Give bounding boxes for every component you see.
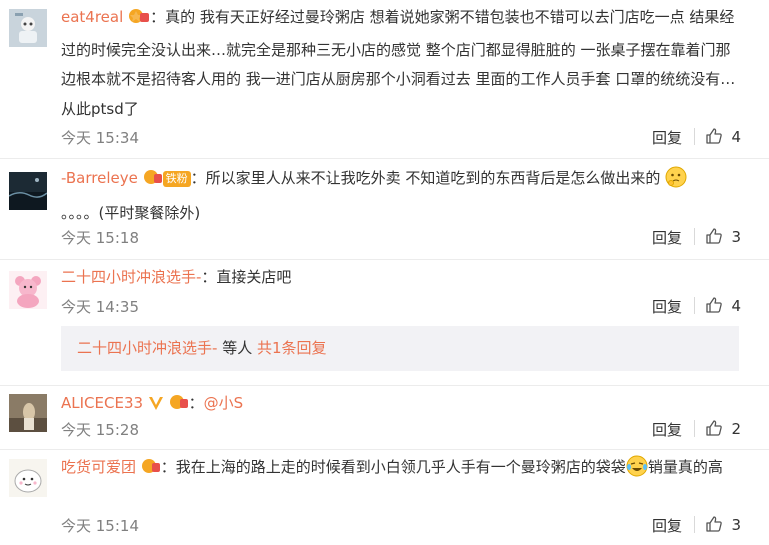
divider (694, 228, 695, 245)
username[interactable]: eat4real (61, 8, 123, 26)
vip-badge-icon (143, 167, 163, 197)
like-count: 2 (731, 420, 741, 438)
comment-text: -Barreleye 铁粉 ：所以家里人从来不让我吃外卖 不知道吃到的东西背后是怎… (61, 164, 741, 228)
like-count: 3 (731, 228, 741, 246)
vip-badge-icon (169, 392, 189, 422)
divider (694, 420, 695, 437)
thumbs-up-icon (706, 297, 723, 313)
comment-content-tail: 销量真的高 (647, 458, 723, 476)
comment-time: 今天 15:34 (61, 129, 139, 147)
avatar[interactable] (9, 9, 47, 47)
divider (694, 516, 695, 533)
verified-v-icon (148, 392, 164, 422)
vip-badge-icon (141, 456, 161, 486)
comment-text: eat4real ：真的 我有天正好经过曼玲粥店 想着说她家粥不错包装也不错可以… (61, 3, 741, 124)
laughing-tears-emoji-icon (626, 455, 648, 488)
comment-item: 二十四小时冲浪选手-：直接关店吧 今天 14:35 回复 4 二十四小时冲浪选手… (0, 260, 769, 386)
like-button[interactable]: 3 (705, 227, 741, 246)
comment-text: 吃货可爱团 ：我在上海的路上走的时候看到小白领几乎人手有一个曼玲粥店的袋袋 销量真… (61, 453, 741, 488)
divider (694, 128, 695, 145)
comment-item: ALICECE33 ：@小S 今天 15:28 回复 2 (0, 386, 769, 450)
comment-text: 二十四小时冲浪选手-：直接关店吧 (61, 263, 741, 293)
comment-content: ：所以家里人从来不让我吃外卖 不知道吃到的东西背后是怎么做出来的 (190, 169, 661, 187)
like-button[interactable]: 3 (705, 515, 741, 534)
like-count: 4 (731, 297, 741, 315)
comment-text: ALICECE33 ：@小S (61, 389, 243, 422)
like-button[interactable]: 4 (705, 127, 741, 146)
thumbs-up-icon (706, 228, 723, 244)
comment-content: ：直接关店吧 (201, 268, 292, 286)
avatar[interactable] (9, 459, 47, 497)
comment-content: ：真的 我有天正好经过曼玲粥店 想着说她家粥不错包装也不错可以去门店吃一点 结果… (61, 8, 736, 118)
username[interactable]: 二十四小时冲浪选手- (61, 268, 201, 286)
divider (694, 297, 695, 314)
comment-content: ： (188, 394, 204, 412)
thumbs-up-icon (706, 128, 723, 144)
reply-button[interactable]: 回复 (652, 127, 682, 148)
thinking-emoji-icon (665, 166, 687, 199)
comment-item: eat4real ：真的 我有天正好经过曼玲粥店 想着说她家粥不错包装也不错可以… (0, 0, 769, 159)
avatar[interactable] (9, 394, 47, 432)
sub-reply-content: 等人 (217, 339, 257, 357)
username[interactable]: -Barreleye (61, 169, 138, 187)
avatar[interactable] (9, 271, 47, 309)
reply-button[interactable]: 回复 (652, 515, 682, 536)
comment-time: 今天 15:18 (61, 229, 139, 247)
username[interactable]: 吃货可爱团 (61, 458, 136, 476)
avatar[interactable] (9, 172, 47, 210)
like-button[interactable]: 4 (705, 296, 741, 315)
like-count: 4 (731, 128, 741, 146)
comment-time: 今天 15:28 (61, 421, 139, 439)
like-button[interactable]: 2 (705, 419, 741, 438)
reply-button[interactable]: 回复 (652, 227, 682, 248)
username[interactable]: ALICECE33 (61, 394, 143, 412)
comment-item: -Barreleye 铁粉 ：所以家里人从来不让我吃外卖 不知道吃到的东西背后是怎… (0, 159, 769, 260)
comment-item: 吃货可爱团 ：我在上海的路上走的时候看到小白领几乎人手有一个曼玲粥店的袋袋 销量真… (0, 450, 769, 545)
like-count: 3 (731, 516, 741, 534)
reply-button[interactable]: 回复 (652, 296, 682, 317)
comment-content-line2: 。。。。(平时聚餐除外) (61, 203, 201, 222)
view-replies-link[interactable]: 共1条回复 (257, 339, 327, 357)
comment-time: 今天 15:14 (61, 517, 139, 535)
thumbs-up-icon (706, 420, 723, 436)
comment-content: ：我在上海的路上走的时候看到小白领几乎人手有一个曼玲粥店的袋袋 (160, 458, 626, 476)
sub-reply-text: 二十四小时冲浪选手- 等人 共1条回复 (77, 338, 327, 359)
thumbs-up-icon (706, 516, 723, 532)
fan-badge: 铁粉 (162, 171, 191, 187)
vip-badge-icon (128, 6, 150, 36)
sub-reply-box: 二十四小时冲浪选手- 等人 共1条回复 (61, 326, 739, 371)
comment-time: 今天 14:35 (61, 298, 139, 316)
mention-link[interactable]: @小S (204, 394, 244, 412)
reply-button[interactable]: 回复 (652, 419, 682, 440)
sub-reply-username[interactable]: 二十四小时冲浪选手- (77, 339, 217, 357)
